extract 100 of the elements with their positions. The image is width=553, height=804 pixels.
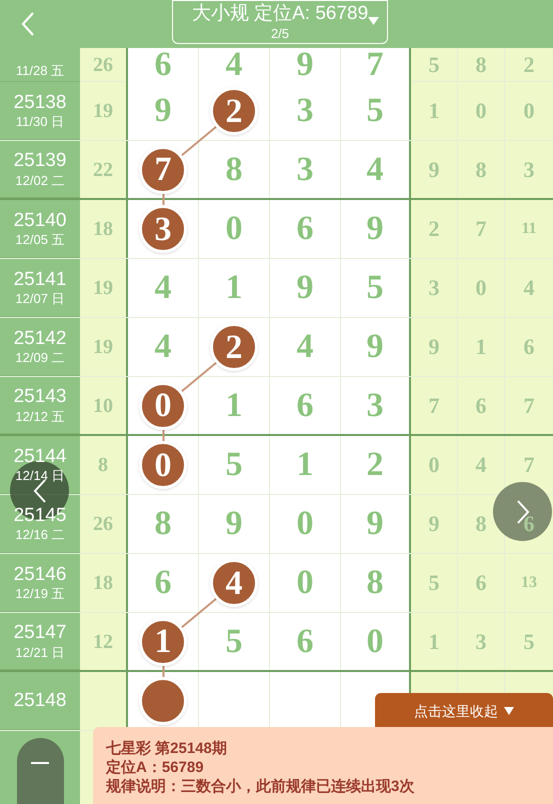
issue-number: 25140 <box>14 208 66 232</box>
table-cell: 5 <box>341 259 411 317</box>
back-icon <box>21 11 35 37</box>
tail-digit: 0 <box>428 454 440 476</box>
issue-date: 12/09 二 <box>15 350 65 366</box>
tail-digit: 5 <box>524 630 534 652</box>
table-cell: 6 <box>128 48 199 82</box>
table-cell: 9 <box>341 318 411 376</box>
minus-icon <box>31 762 49 764</box>
caret-icon <box>368 17 379 25</box>
table-cell: 5 <box>199 436 270 494</box>
issue-number: 25146 <box>14 562 66 586</box>
tail-digit: 6 <box>476 394 486 416</box>
issue-number: 25148 <box>14 688 66 712</box>
table-cell: 4 <box>270 318 341 376</box>
table-cell: 9 <box>128 82 199 140</box>
tail-digit: 4 <box>476 454 486 476</box>
issue-date: 12/21 日 <box>15 644 65 661</box>
table-cell: 9 <box>341 495 411 553</box>
tail-digit: 7 <box>524 394 534 416</box>
tail-digit: 3 <box>476 630 486 652</box>
issue-number: 25138 <box>14 90 66 114</box>
issue-date: 12/07 日 <box>15 291 65 308</box>
tail-digit: 1 <box>428 100 440 122</box>
tail-digit: 13 <box>521 575 537 591</box>
info-text: 七星彩 第25148期 <box>106 739 228 758</box>
tail-digit: 7 <box>428 394 440 416</box>
table-cell: 0 <box>270 554 341 612</box>
tail-digit: 0 <box>476 100 486 122</box>
table-cell: 1 <box>199 259 270 317</box>
table-cell: 9 <box>341 200 411 258</box>
tail-digit: 2 <box>524 54 534 76</box>
tail-digit: 5 <box>428 54 440 76</box>
issue-date: 12/14 日 <box>15 468 65 484</box>
table-cell: 6 <box>128 554 199 612</box>
tail-digit: 3 <box>524 158 534 180</box>
issue-date: 12/16 二 <box>15 527 65 544</box>
issue-number: 25139 <box>14 149 66 173</box>
caret-icon <box>504 707 514 715</box>
tail-digit: 4 <box>524 277 534 299</box>
dropdown-title: 大小规 定位A: 56789 <box>192 2 368 26</box>
table-cell: 5 <box>199 613 270 670</box>
issue-number: 25145 <box>14 504 66 528</box>
issue-date: 12/19 五 <box>15 586 65 602</box>
table-cell: 1 <box>270 436 341 494</box>
tail-digit: 3 <box>428 277 440 299</box>
info-text: 定位A：56789 <box>106 758 205 777</box>
table-cell: 8 <box>199 141 270 198</box>
tail-digit: 2 <box>428 218 440 240</box>
table-cell: 0 <box>199 200 270 258</box>
table-cell: 8 <box>341 554 411 612</box>
tail-digit: 9 <box>428 158 440 180</box>
highlighted-digit: 4 <box>210 559 258 607</box>
info-text: 规律说明：三数合小，此前规律已连续出现3次 <box>106 777 416 796</box>
issue-date: 12/05 五 <box>15 232 65 248</box>
tail-digit: 6 <box>476 572 486 594</box>
table-cell: 2 <box>341 436 411 494</box>
tail-digit: 9 <box>428 336 440 358</box>
tail-digit: 0 <box>476 277 486 299</box>
tail-digit: 1 <box>476 336 486 358</box>
issue-number: 25143 <box>14 385 66 409</box>
page-indicator: 2/5 <box>270 26 290 42</box>
highlighted-digit: 0 <box>139 441 187 489</box>
table-cell: 4 <box>128 318 199 376</box>
tail-digit: 9 <box>428 513 440 535</box>
tail-digit: 7 <box>524 454 534 476</box>
issue-date: 11/30 日 <box>16 114 64 130</box>
table-cell: 4 <box>341 141 411 198</box>
highlighted-digit: 2 <box>210 323 258 371</box>
tail-digit: 6 <box>524 336 534 358</box>
collapse-button[interactable]: 点击这里收起 <box>375 693 553 729</box>
table-cell: 0 <box>270 495 341 553</box>
table-cell: 6 <box>270 613 341 670</box>
issue-date: 12/12 五 <box>15 408 65 425</box>
table-cell: 1 <box>199 377 270 434</box>
table-cell: 5 <box>341 82 411 140</box>
issue-number: 25144 <box>14 444 66 468</box>
table-cell: 3 <box>341 377 411 434</box>
table-cell: 3 <box>270 82 341 140</box>
issue-date: 12/02 二 <box>15 172 65 189</box>
tail-digit: 0 <box>524 100 534 122</box>
tail-digit: 8 <box>476 54 486 76</box>
issue-number: 25141 <box>14 268 66 292</box>
table-cell: 9 <box>270 48 341 82</box>
tail-digit: 11 <box>521 221 537 237</box>
table-cell: 6 <box>270 377 341 434</box>
tail-digit: 1 <box>428 630 440 652</box>
issue-date: 11/28 五 <box>16 62 64 79</box>
minimize-button[interactable] <box>16 738 64 804</box>
tail-digit: 5 <box>428 572 440 594</box>
tail-digit: 8 <box>476 158 486 180</box>
table-cell: 3 <box>270 141 341 198</box>
tail-digit: 8 <box>476 513 486 535</box>
table-cell: 8 <box>128 495 199 553</box>
issue-number: 25142 <box>14 326 66 350</box>
table-cell: 9 <box>270 259 341 317</box>
tail-digit: 6 <box>524 513 534 535</box>
table-cell: 4 <box>128 259 199 317</box>
tail-digit: 7 <box>476 218 486 240</box>
table-cell: 6 <box>270 200 341 258</box>
